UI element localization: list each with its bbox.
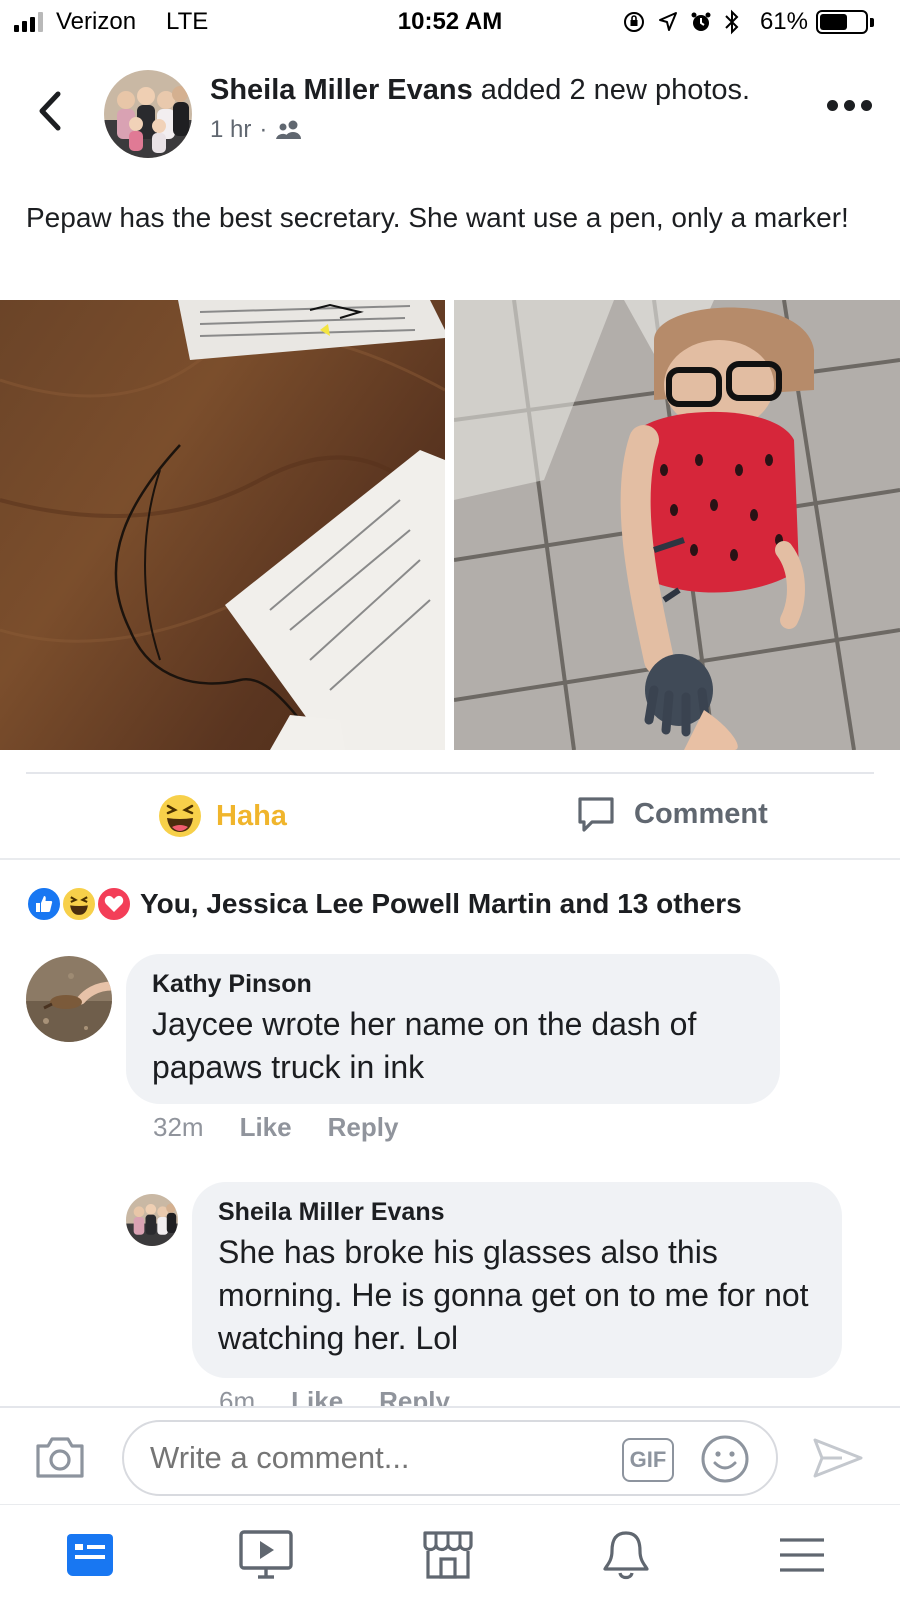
reactions-summary[interactable]: You, Jessica Lee Powell Martin and 13 ot… [26, 886, 742, 922]
reply-reply-button[interactable]: Reply [379, 1386, 450, 1406]
reaction-icons [26, 886, 136, 922]
post-photo-1[interactable] [0, 300, 445, 750]
camera-button[interactable] [34, 1434, 86, 1485]
battery-icon [816, 10, 868, 34]
post-photo-2[interactable] [454, 300, 900, 750]
haha-label: Haha [216, 799, 287, 832]
marketplace-icon [423, 1531, 473, 1579]
tab-notifications[interactable] [596, 1527, 656, 1583]
reply-text: She has broke his glasses also this morn… [218, 1234, 809, 1356]
more-options-button[interactable] [827, 100, 872, 111]
comment-time: 32m [153, 1112, 204, 1142]
menu-icon [780, 1538, 824, 1572]
reply-like-button[interactable]: Like [291, 1386, 343, 1406]
notifications-icon [603, 1531, 649, 1580]
haha-icon [159, 795, 201, 837]
reply-author-avatar[interactable] [126, 1194, 178, 1246]
reply-time: 6m [219, 1386, 256, 1406]
comment-text: Jaycee wrote her name on the dash of pap… [152, 1006, 697, 1085]
post-actions: Haha Comment [0, 774, 900, 860]
gif-button[interactable]: GIF [622, 1438, 674, 1482]
reply-item: Sheila Miller Evans She has broke his gl… [0, 1180, 900, 1406]
camera-icon [36, 1437, 84, 1478]
battery-level [820, 14, 847, 30]
like-icon [26, 886, 62, 922]
back-button[interactable] [30, 86, 70, 136]
haha-icon [61, 886, 97, 922]
haha-reaction-button[interactable]: Haha [158, 794, 287, 838]
actions-divider [0, 858, 900, 860]
watch-icon [239, 1530, 293, 1579]
battery-percent: 61% [759, 8, 808, 35]
post-text: Pepaw has the best secretary. She want u… [26, 202, 849, 233]
comment-composer: GIF [0, 1406, 900, 1504]
bottom-tab-bar [0, 1504, 900, 1600]
tab-watch[interactable] [236, 1527, 296, 1583]
comment-author[interactable]: Kathy Pinson [152, 970, 754, 999]
alarm-icon [691, 12, 711, 31]
news-feed-icon [67, 1534, 113, 1576]
emoji-button[interactable] [700, 1434, 750, 1489]
status-bar: Verizon LTE 10:52 AM 61% [0, 0, 900, 46]
smiley-icon [701, 1435, 749, 1483]
comment-input[interactable] [122, 1420, 778, 1496]
comment-meta: 32m Like Reply [153, 1112, 398, 1143]
reply-author[interactable]: Sheila Miller Evans [218, 1198, 816, 1227]
tab-news-feed[interactable] [60, 1527, 120, 1583]
reply-bubble[interactable]: Sheila Miller Evans She has broke his gl… [192, 1182, 842, 1378]
friends-icon [276, 120, 302, 139]
comment-label: Comment [634, 797, 768, 830]
post-meta: 1 hr · [210, 116, 303, 144]
meta-separator: · [259, 116, 268, 143]
bluetooth-icon [725, 9, 739, 35]
comment-like-button[interactable]: Like [240, 1112, 292, 1143]
comment-icon [578, 797, 614, 832]
rotation-lock-icon [624, 12, 644, 32]
tab-menu[interactable] [772, 1527, 832, 1583]
commenter-avatar[interactable] [26, 956, 112, 1042]
location-icon [659, 12, 677, 31]
reply-meta: 6m Like Reply [219, 1386, 450, 1406]
love-icon [96, 886, 132, 922]
post-author-name[interactable]: Sheila Miller Evans [210, 74, 473, 106]
send-button[interactable] [812, 1436, 864, 1485]
status-icons [622, 9, 740, 35]
send-icon [813, 1438, 863, 1478]
comment-item: Kathy Pinson Jaycee wrote her name on th… [0, 952, 900, 1152]
author-avatar[interactable] [104, 70, 192, 158]
post-title: Sheila Miller Evans added 2 new photos. [210, 74, 750, 107]
tab-marketplace[interactable] [418, 1527, 478, 1583]
comment-button[interactable]: Comment [576, 794, 768, 834]
reactions-text: You, Jessica Lee Powell Martin and 13 ot… [140, 888, 742, 919]
post-header: Sheila Miller Evans added 2 new photos. … [0, 66, 900, 162]
comment-reply-button[interactable]: Reply [328, 1112, 399, 1143]
comment-bubble[interactable]: Kathy Pinson Jaycee wrote her name on th… [126, 954, 780, 1104]
chevron-left-icon [39, 91, 61, 131]
post-action: added 2 new photos. [480, 74, 751, 106]
post-time[interactable]: 1 hr [210, 116, 251, 144]
